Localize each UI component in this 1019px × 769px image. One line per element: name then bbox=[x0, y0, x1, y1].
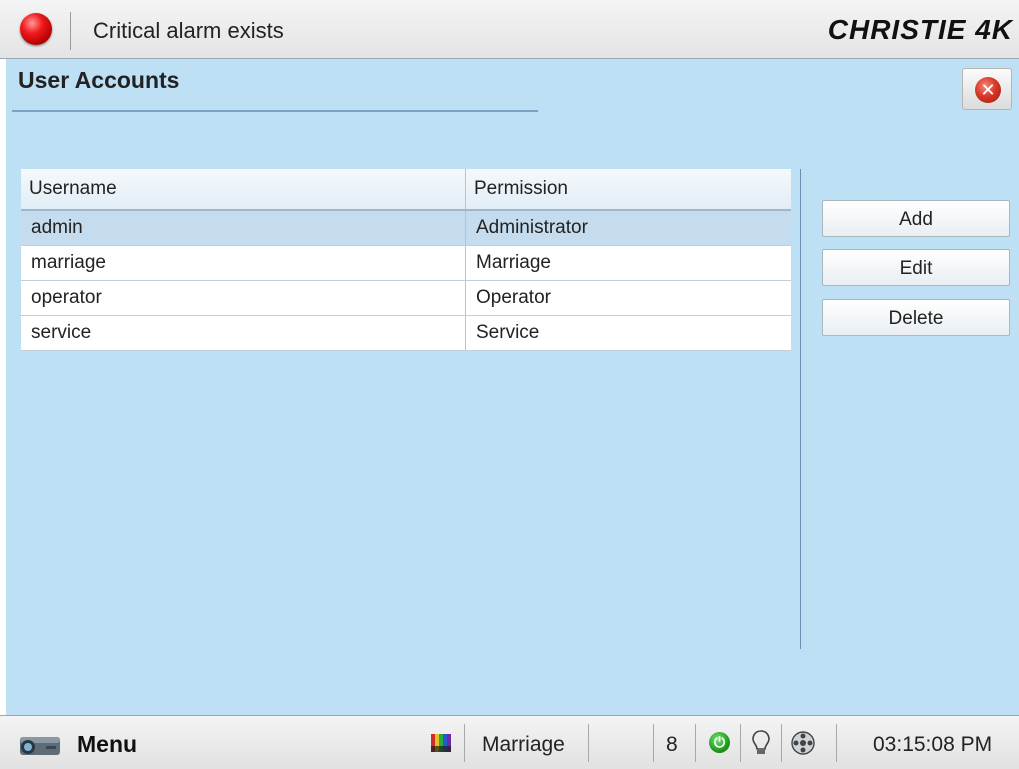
page-title: User Accounts bbox=[18, 67, 180, 93]
alarm-message[interactable]: Critical alarm exists bbox=[93, 18, 284, 44]
alarm-status-icon[interactable] bbox=[20, 13, 52, 45]
lamp-icon[interactable] bbox=[750, 729, 772, 757]
status-divider bbox=[781, 724, 782, 762]
panel-divider bbox=[800, 169, 801, 649]
clock: 03:15:08 PM bbox=[873, 733, 993, 756]
close-button[interactable]: ✕ bbox=[962, 68, 1012, 110]
main-panel: User Accounts ✕ Username Permission admi… bbox=[6, 59, 1019, 715]
table-header-row: Username Permission bbox=[21, 169, 791, 211]
title-underline bbox=[12, 110, 538, 112]
status-divider bbox=[464, 724, 465, 762]
status-divider bbox=[588, 724, 589, 762]
active-user-label[interactable]: Marriage bbox=[482, 733, 565, 757]
delete-button[interactable]: Delete bbox=[822, 299, 1010, 336]
column-header-username[interactable]: Username bbox=[21, 169, 466, 211]
test-pattern-icon[interactable] bbox=[431, 734, 451, 752]
table-row[interactable]: operator Operator bbox=[21, 280, 791, 316]
table-row[interactable]: marriage Marriage bbox=[21, 245, 791, 281]
table-row[interactable]: service Service bbox=[21, 315, 791, 351]
power-icon[interactable]: ⏻ bbox=[709, 732, 730, 753]
cell-permission: Operator bbox=[465, 280, 791, 316]
close-icon: ✕ bbox=[975, 77, 1001, 103]
status-divider bbox=[836, 724, 837, 762]
status-divider bbox=[695, 724, 696, 762]
menu-button[interactable]: Menu bbox=[77, 731, 137, 758]
cell-username: admin bbox=[21, 210, 466, 246]
column-header-permission[interactable]: Permission bbox=[465, 169, 791, 211]
brand-logo: CHRISTIE 4K bbox=[827, 14, 1013, 45]
status-divider bbox=[740, 724, 741, 762]
cell-username: service bbox=[21, 315, 466, 351]
status-bar: Menu Marriage 8 ⏻ 03:15:08 PM bbox=[0, 715, 1019, 769]
header-bar: Critical alarm exists CHRISTIE 4K bbox=[0, 0, 1019, 59]
table-row[interactable]: admin Administrator bbox=[21, 210, 791, 246]
film-reel-icon[interactable] bbox=[788, 728, 818, 758]
cell-permission: Administrator bbox=[465, 210, 791, 246]
add-button[interactable]: Add bbox=[822, 200, 1010, 237]
cell-permission: Service bbox=[465, 315, 791, 351]
edit-button[interactable]: Edit bbox=[822, 249, 1010, 286]
cell-permission: Marriage bbox=[465, 245, 791, 281]
channel-number[interactable]: 8 bbox=[666, 733, 678, 757]
projector-icon[interactable] bbox=[16, 729, 68, 759]
header-divider bbox=[70, 12, 71, 50]
user-accounts-table: Username Permission admin Administrator … bbox=[21, 169, 791, 351]
cell-username: marriage bbox=[21, 245, 466, 281]
status-divider bbox=[653, 724, 654, 762]
cell-username: operator bbox=[21, 280, 466, 316]
